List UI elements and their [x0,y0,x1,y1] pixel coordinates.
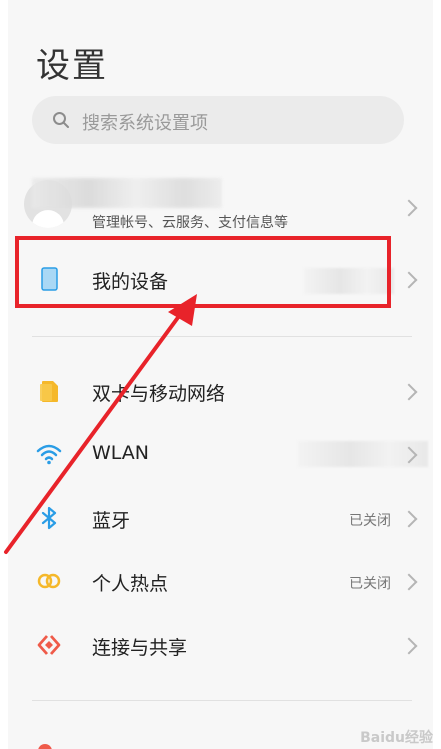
chevron-right-icon [400,199,418,217]
bluetooth-icon [41,506,57,530]
account-name-blurred [32,178,222,208]
row-hotspot[interactable]: 个人热点 已关闭 [8,554,433,610]
partial-next-icon [38,744,52,749]
row-label: 连接与共享 [92,637,188,659]
hotspot-icon [37,573,61,589]
chevron-right-icon [400,573,418,591]
search-icon [53,112,69,128]
row-status: 已关闭 [349,513,391,529]
row-label: 蓝牙 [92,510,131,532]
account-subtitle: 管理帐号、云服务、支付信息等 [92,215,288,231]
row-status: 已关闭 [349,576,391,592]
row-label: WLAN [92,442,150,464]
watermark: Baidu经验 [360,730,433,746]
chevron-right-icon [400,383,418,401]
wifi-icon [36,444,62,465]
row-label: 双卡与移动网络 [92,383,226,405]
row-bluetooth[interactable]: 蓝牙 已关闭 [8,491,433,547]
chevron-right-icon [400,271,418,289]
account-row[interactable]: 管理帐号、云服务、支付信息等 [8,170,433,240]
page-title: 设置 [36,46,108,86]
row-label: 个人热点 [92,573,169,595]
share-icon [37,635,61,655]
search-bar[interactable]: 搜索系统设置项 [32,96,404,144]
search-placeholder: 搜索系统设置项 [82,113,208,134]
divider [32,700,412,701]
divider [32,336,412,337]
sim-card-icon [40,381,58,402]
chevron-right-icon [400,510,418,528]
chevron-right-icon [400,637,418,655]
row-dual-sim[interactable]: 双卡与移动网络 [8,364,433,420]
annotation-highlight-box [15,236,391,308]
row-wlan[interactable]: WLAN [8,427,433,483]
settings-screen: 设置 搜索系统设置项 管理帐号、云服务、支付信息等 我的设备 双卡与移动网络 W… [8,0,433,749]
row-connection-sharing[interactable]: 连接与共享 [8,618,433,674]
